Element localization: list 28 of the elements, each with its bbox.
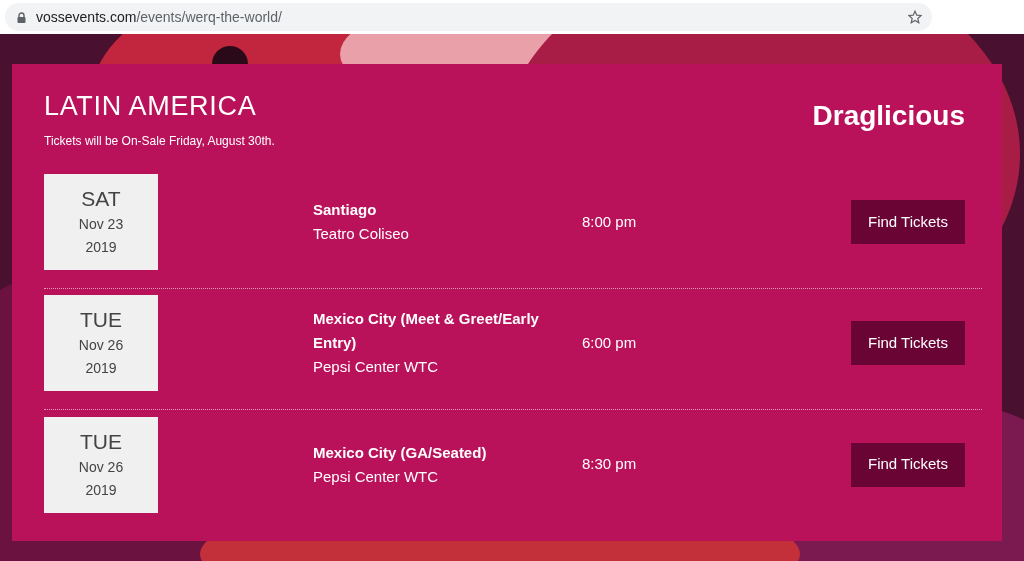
year-text: 2019 bbox=[85, 480, 117, 500]
year-text: 2019 bbox=[85, 359, 117, 378]
weekday-text: SAT bbox=[81, 186, 121, 212]
find-tickets-button[interactable]: Find Tickets bbox=[851, 200, 965, 244]
event-city: Santiago bbox=[313, 200, 378, 220]
find-tickets-button[interactable]: Find Tickets bbox=[851, 442, 965, 487]
weekday-text: TUE bbox=[80, 307, 122, 333]
event-venue: Pepsi Center WTC bbox=[313, 357, 440, 377]
event-venue: Teatro Coliseo bbox=[313, 224, 410, 244]
event-venue: Pepsi Center WTC bbox=[313, 466, 440, 487]
event-time: 8:00 pm bbox=[582, 211, 637, 232]
date-text: Nov 26 bbox=[78, 336, 124, 355]
weekday-text: TUE bbox=[80, 428, 122, 455]
event-time: 6:00 pm bbox=[582, 332, 637, 353]
address-bar[interactable]: vossevents.com/events/werq-the-world/ bbox=[5, 3, 932, 31]
url-text: vossevents.com/events/werq-the-world/ bbox=[36, 7, 282, 27]
event-city: Mexico City (GA/Seated) bbox=[313, 442, 488, 463]
year-text: 2019 bbox=[85, 238, 117, 257]
event-city: Mexico City (Meet & Greet/Early Entry) bbox=[313, 309, 540, 353]
lock-icon bbox=[17, 11, 26, 23]
date-text: Nov 23 bbox=[78, 215, 124, 234]
event-time: 8:30 pm bbox=[582, 454, 637, 475]
star-icon[interactable] bbox=[908, 10, 922, 24]
section-subtitle: Tickets will be On-Sale Friday, August 30th. bbox=[44, 133, 275, 150]
find-tickets-button[interactable]: Find Tickets bbox=[851, 321, 965, 365]
date-text: Nov 26 bbox=[78, 457, 124, 477]
brand-logo: Draglicious bbox=[812, 99, 965, 133]
section-title: LATIN AMERICA bbox=[44, 90, 258, 122]
